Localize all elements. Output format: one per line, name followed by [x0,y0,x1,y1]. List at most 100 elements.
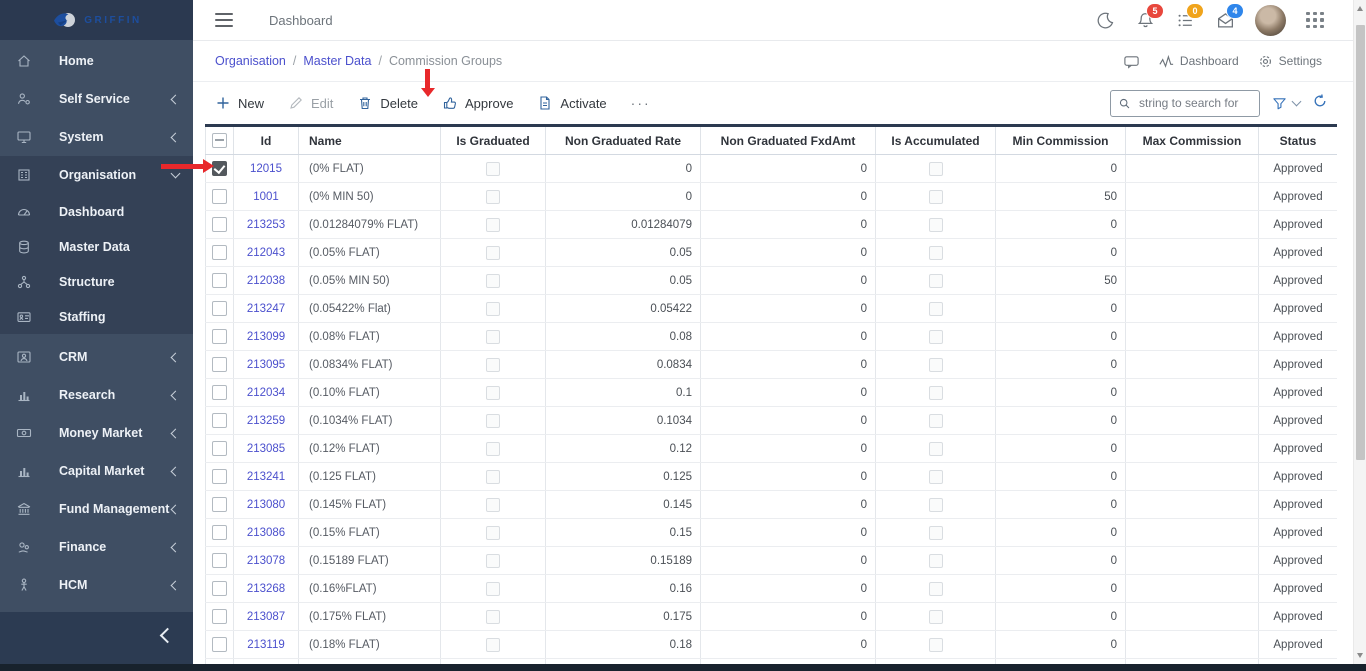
id-link[interactable]: 213247 [247,303,285,315]
sidebar-item-label: Master Data [59,239,130,254]
filter-button[interactable] [1272,96,1302,111]
id-link[interactable]: 212038 [247,275,285,287]
sidebar-collapse-icon[interactable] [159,627,176,644]
row-checkbox[interactable] [212,245,227,260]
sidebar-item-crm[interactable]: CRM [0,338,193,376]
column-header-non-graduated-fxdamt[interactable]: Non Graduated FxdAmt [700,125,876,155]
id-link[interactable]: 213086 [247,527,285,539]
dark-mode-moon-icon[interactable] [1095,10,1115,30]
column-header-is-accumulated[interactable]: Is Accumulated [875,125,996,155]
min-commission-cell: 0 [995,406,1126,435]
dashboard-link[interactable]: Dashboard [1158,53,1239,70]
sidebar-item-system[interactable]: System [0,118,193,156]
sidebar-item-organisation[interactable]: Organisation [0,156,193,194]
row-checkbox[interactable] [212,217,227,232]
breadcrumb-organisation[interactable]: Organisation [215,54,286,68]
is-accumulated-checkbox [928,385,943,400]
row-checkbox[interactable] [212,161,227,176]
delete-button[interactable]: Delete [357,95,418,111]
sidebar-item-hcm[interactable]: HCM [0,566,193,604]
sidebar-item-self-service[interactable]: Self Service [0,80,193,118]
column-header-id[interactable]: Id [233,125,299,155]
sidebar-item-master-data[interactable]: Master Data [0,229,193,264]
more-actions-button[interactable]: ··· [631,95,651,111]
column-header-status[interactable]: Status [1258,125,1337,155]
row-checkbox[interactable] [212,553,227,568]
settings-link[interactable]: Settings [1257,53,1322,70]
column-header-name[interactable]: Name [298,125,441,155]
sidebar-item-structure[interactable]: Structure [0,264,193,299]
row-checkbox[interactable] [212,441,227,456]
id-link[interactable]: 213080 [247,499,285,511]
id-link[interactable]: 213087 [247,611,285,623]
id-link[interactable]: 213119 [247,639,285,651]
feedback-comment-icon[interactable] [1123,53,1140,70]
row-checkbox[interactable] [212,413,227,428]
id-link[interactable]: 12015 [250,163,282,175]
tasks-list-icon[interactable]: 0 [1175,3,1204,30]
edit-button[interactable]: Edit [288,95,333,111]
id-link[interactable]: 212043 [247,247,285,259]
column-header-is-graduated[interactable]: Is Graduated [440,125,546,155]
id-link[interactable]: 213078 [247,555,285,567]
column-header-max-commission[interactable]: Max Commission [1125,125,1259,155]
id-link[interactable]: 213085 [247,443,285,455]
id-link[interactable]: 213253 [247,219,285,231]
row-checkbox[interactable] [212,357,227,372]
is-accumulated-checkbox [928,637,943,652]
name-cell: (0.145% FLAT) [298,490,441,519]
main-area: Dashboard 5 0 4 Organisation / Master Da… [193,0,1366,671]
id-link[interactable]: 213268 [247,583,285,595]
dashboard-link-label: Dashboard [1179,54,1239,68]
messages-mail-icon[interactable]: 4 [1215,3,1244,30]
approve-button[interactable]: Approve [442,95,513,111]
brand-logo[interactable]: GRIFFIN [0,0,193,40]
row-checkbox[interactable] [212,273,227,288]
id-link[interactable]: 212034 [247,387,285,399]
row-checkbox[interactable] [212,525,227,540]
row-checkbox[interactable] [212,189,227,204]
id-link[interactable]: 1001 [253,191,279,203]
min-commission-cell: 0 [995,238,1126,267]
hamburger-menu-icon[interactable] [215,13,233,27]
select-all-checkbox[interactable] [212,133,227,149]
row-checkbox[interactable] [212,637,227,652]
row-checkbox[interactable] [212,301,227,316]
id-link[interactable]: 213241 [247,471,285,483]
sidebar-item-staffing[interactable]: Staffing [0,299,193,334]
row-checkbox[interactable] [212,581,227,596]
row-checkbox[interactable] [212,329,227,344]
scrollbar-down-arrow[interactable] [1357,653,1363,658]
refresh-button[interactable] [1312,93,1328,114]
sidebar-item-dashboard[interactable]: Dashboard [0,194,193,229]
is-graduated-cell [440,378,546,407]
breadcrumb-master-data[interactable]: Master Data [303,54,371,68]
search-input[interactable] [1137,95,1252,111]
sidebar-item-capital-market[interactable]: Capital Market [0,452,193,490]
sidebar-item-fund-management[interactable]: Fund Management [0,490,193,528]
new-button[interactable]: New [215,95,264,111]
column-header-non-graduated-rate[interactable]: Non Graduated Rate [545,125,701,155]
column-header-min-commission[interactable]: Min Commission [995,125,1126,155]
approve-button-label: Approve [465,95,514,111]
row-checkbox[interactable] [212,385,227,400]
scrollbar-up-arrow[interactable] [1357,6,1363,11]
sidebar-item-label: Research [59,388,116,402]
row-checkbox[interactable] [212,469,227,484]
activate-button[interactable]: Activate [537,95,607,111]
sidebar-item-finance[interactable]: Finance [0,528,193,566]
id-link[interactable]: 213259 [247,415,285,427]
id-link[interactable]: 213099 [247,331,285,343]
notifications-bell-icon[interactable]: 5 [1135,3,1164,30]
scrollbar-thumb[interactable] [1355,25,1365,460]
status-cell: Approved [1258,294,1337,323]
id-link[interactable]: 213095 [247,359,285,371]
sidebar-item-home[interactable]: Home [0,42,193,80]
sidebar-item-research[interactable]: Research [0,376,193,414]
row-checkbox[interactable] [212,497,227,512]
apps-grid-icon[interactable] [1306,11,1324,29]
user-avatar[interactable] [1255,4,1286,36]
sidebar-item-money-market[interactable]: Money Market [0,414,193,452]
system-icon [16,129,33,146]
row-checkbox[interactable] [212,609,227,624]
